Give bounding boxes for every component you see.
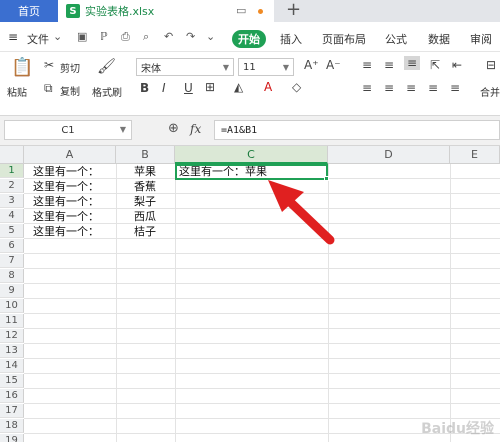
- annotation-arrow: [268, 180, 335, 245]
- watermark: Baidu经验: [421, 421, 494, 437]
